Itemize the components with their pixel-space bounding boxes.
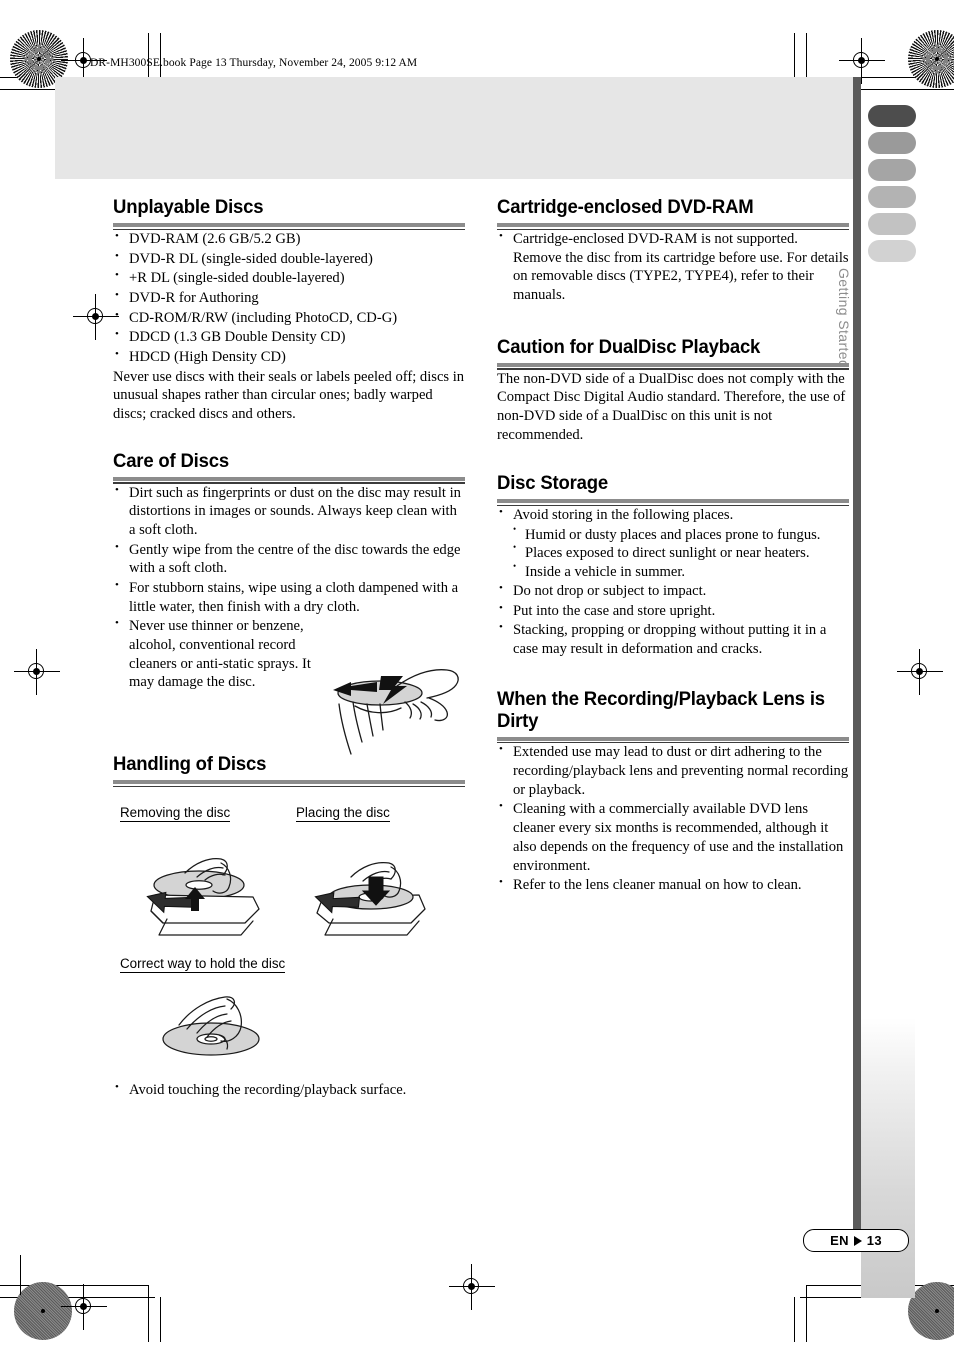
section-lens-dirty: When the Recording/Playback Lens is Dirt… [497,688,849,895]
section-handling-of-discs: Handling of Discs Removing the disc Plac… [113,753,465,1100]
list-item: DVD-RAM (2.6 GB/5.2 GB) [113,229,465,249]
list-item: Avoid storing in the following places. [497,505,849,525]
registration-mark-bottom-center [449,1264,495,1310]
list-item: Put into the case and store upright. [497,601,849,621]
heading-caution-dualdisc-playback: Caution for DualDisc Playback [497,335,761,358]
list-item: CD-ROM/R/RW (including PhotoCD, CD-G) [113,308,465,328]
list-item: Cartridge-enclosed DVD-RAM is not suppor… [497,229,849,305]
thumb-tab-5 [868,213,916,235]
page-number: 13 [866,1233,882,1248]
list-item: Refer to the lens cleaner manual on how … [497,875,849,895]
section-unplayable-discs: Unplayable Discs DVD-RAM (2.6 GB/5.2 GB)… [113,196,465,424]
heading-rule [113,476,465,484]
list-item: Humid or dusty places and places prone t… [511,524,849,545]
heading-unplayable-discs: Unplayable Discs [113,196,264,218]
disc-storage-list: Avoid storing in the following places. [497,505,849,525]
thumb-tab-2 [868,132,916,154]
heading-rule [497,362,849,370]
list-item: Stacking, propping or dropping without p… [497,620,849,658]
thumb-tab-6 [868,240,916,262]
registration-mark-inner-top-left [73,294,119,340]
list-item: Cleaning with a commercially available D… [497,799,849,875]
list-item: Places exposed to direct sunlight or nea… [511,543,849,563]
heading-cartridge-enclosed-dvd-ram: Cartridge-enclosed DVD-RAM [497,196,754,218]
disc-wiping-illustration [325,658,465,763]
thumb-tab-3 [868,159,916,181]
heading-rule [497,223,849,230]
list-item: Gently wipe from the centre of the disc … [113,540,465,578]
dualdisc-paragraph: The non-DVD side of a DualDisc does not … [497,370,846,443]
holding-disc-illustration [157,991,465,1067]
thumb-tab-1 [868,105,916,127]
list-item: +R DL (single-sided double-layered) [113,268,465,288]
right-column: Cartridge-enclosed DVD-RAM Cartridge-enc… [497,196,849,896]
triangle-icon [853,1235,862,1246]
handling-figures-row [113,841,465,949]
thumb-index-tabs [868,105,916,267]
lens-dirty-list: Extended use may lead to dust or dirt ad… [497,742,849,895]
disc-storage-sublist: Humid or dusty places and places prone t… [511,524,849,582]
section-disc-storage: Disc Storage Avoid storing in the follow… [497,472,849,658]
section-care-of-discs: Care of Discs Dirt such as fingerprints … [113,449,465,755]
heading-disc-storage: Disc Storage [497,472,608,495]
heading-handling-of-discs: Handling of Discs [113,752,267,775]
registration-mark-mid-right [897,649,943,695]
label-correct-way-to-hold: Correct way to hold the disc [120,955,286,973]
registration-mark-bottom-left [61,1284,107,1330]
list-item: DVD-R DL (single-sided double-layered) [113,249,465,269]
list-item: Avoid touching the recording/playback su… [113,1080,465,1100]
list-item: Extended use may lead to dust or dirt ad… [497,742,849,799]
list-item: DDCD (1.3 GB Double Density CD) [113,327,465,347]
disc-storage-list-rest: Do not drop or subject to impact. Put in… [497,581,849,659]
label-placing-the-disc: Placing the disc [296,804,390,822]
placing-disc-illustration [311,857,437,945]
heading-care-of-discs: Care of Discs [113,449,229,472]
book-file-info: DR-MH300SE.book Page 13 Thursday, Novemb… [90,57,418,69]
right-edge-bar [853,77,861,1232]
list-item: For stubborn stains, wipe using a cloth … [113,578,465,616]
thumb-tab-4 [868,186,916,208]
heading-lens-dirty: When the Recording/Playback Lens is Dirt… [497,687,825,732]
bottom-gradient-block [861,1018,915,1298]
color-rosette-top-right [908,30,954,88]
heading-rule [113,223,465,230]
removing-disc-illustration [141,853,271,945]
list-item: Do not drop or subject to impact. [497,581,849,601]
section-cartridge-enclosed-dvd-ram: Cartridge-enclosed DVD-RAM Cartridge-enc… [497,196,849,305]
list-item: DVD-R for Authoring [113,288,465,308]
registration-mark-mid-left [14,649,60,695]
handling-discs-list: Avoid touching the recording/playback su… [113,1080,465,1100]
unplayable-discs-note: Never use discs with their seals or labe… [113,368,465,422]
heading-rule [113,779,465,787]
heading-rule [497,499,849,507]
cartridge-list: Cartridge-enclosed DVD-RAM is not suppor… [497,229,849,305]
unplayable-discs-list: DVD-RAM (2.6 GB/5.2 GB) DVD-R DL (single… [113,229,465,367]
registration-mark-top-right [839,38,885,84]
language-code: EN [830,1233,849,1248]
list-item: Never use thinner or benzene, alcohol, c… [113,616,329,692]
heading-rule [497,736,849,744]
list-item: HDCD (High Density CD) [113,347,465,367]
list-item: Inside a vehicle in summer. [511,561,849,582]
label-removing-the-disc: Removing the disc [120,804,231,822]
section-caution-dualdisc-playback: Caution for DualDisc Playback The non-DV… [497,336,849,445]
page-number-badge: EN 13 [803,1229,909,1252]
list-item: Dirt such as fingerprints or dust on the… [113,483,465,540]
left-column: Unplayable Discs DVD-RAM (2.6 GB/5.2 GB)… [113,196,465,1101]
header-gray-band [55,77,855,179]
color-patch-bottom-left [14,1282,72,1340]
